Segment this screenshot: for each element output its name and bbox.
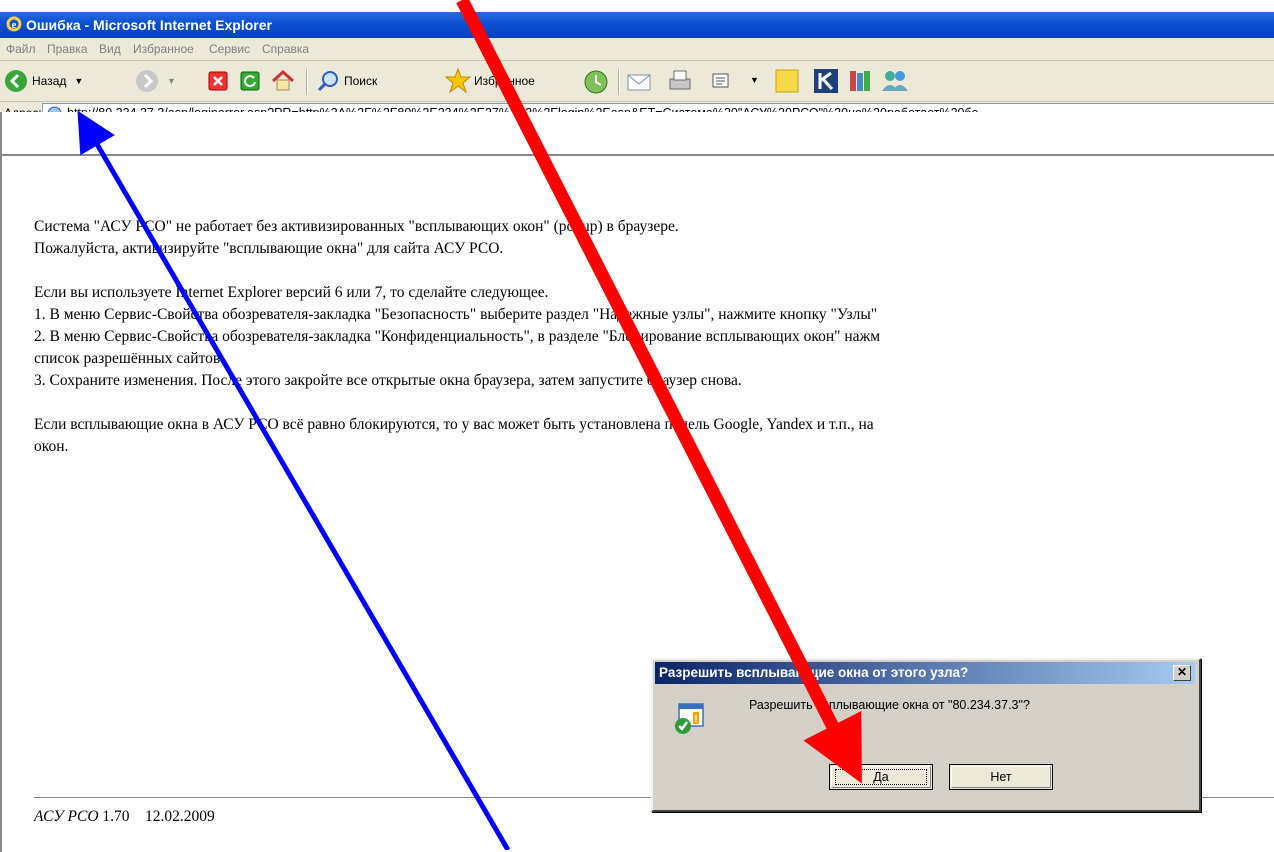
mail-icon[interactable] bbox=[626, 69, 654, 93]
para1-line1: Система "АСУ РСО" не работает без активи… bbox=[34, 218, 679, 235]
dialog-title-bar: Разрешить всплывающие окна от этого узла… bbox=[655, 662, 1195, 684]
svg-text:!: ! bbox=[694, 714, 697, 725]
popup-permission-dialog: Разрешить всплывающие окна от этого узла… bbox=[651, 658, 1201, 812]
favorites-star-icon bbox=[444, 67, 472, 94]
ie-logo-icon: e bbox=[6, 16, 22, 32]
popup-warning-icon: ! bbox=[675, 703, 704, 734]
instruction-step-2: 2. В меню Сервис-Свойства обозревателя-з… bbox=[34, 328, 881, 345]
menu-file[interactable]: Файл bbox=[6, 42, 36, 56]
svg-text:e: e bbox=[12, 19, 17, 31]
forward-arrow-icon bbox=[136, 70, 158, 92]
footer-app-name: АСУ РСО bbox=[34, 808, 99, 825]
instruction-step-2-cont: список разрешённых сайтов. bbox=[34, 350, 225, 367]
menu-favorites[interactable]: Избранное bbox=[133, 42, 194, 56]
no-label: Нет bbox=[990, 770, 1012, 784]
para1-line2: Пожалуйста, активизируйте "всплывающие о… bbox=[34, 240, 504, 257]
edit-icon[interactable] bbox=[712, 72, 730, 90]
users-icon[interactable] bbox=[880, 67, 910, 95]
no-button[interactable]: Нет bbox=[949, 764, 1053, 790]
menu-tools[interactable]: Сервис bbox=[209, 42, 250, 56]
favorites-button[interactable]: Избранное bbox=[444, 67, 535, 95]
menu-edit[interactable]: Правка bbox=[47, 42, 88, 56]
dialog-message: Разрешить всплывающие окна от "80.234.37… bbox=[749, 698, 1030, 712]
para2-line1: Если вы используете Internet Explorer ве… bbox=[34, 284, 549, 301]
research-icon[interactable] bbox=[846, 67, 874, 95]
instruction-step-3: 3. Сохраните изменения. После этого закр… bbox=[34, 372, 742, 389]
refresh-icon[interactable] bbox=[240, 71, 260, 91]
back-button[interactable]: Назад ▼ bbox=[4, 69, 83, 93]
notes-icon[interactable] bbox=[773, 67, 801, 95]
forward-dropdown-icon[interactable]: ▼ bbox=[167, 76, 176, 86]
back-arrow-icon bbox=[5, 70, 27, 92]
title-bar: e Ошибка - Microsoft Internet Explorer bbox=[0, 12, 1274, 38]
edit-dropdown-icon[interactable]: ▼ bbox=[750, 75, 759, 85]
back-dropdown-icon[interactable]: ▼ bbox=[74, 76, 83, 86]
history-icon[interactable] bbox=[583, 69, 609, 95]
para3-line2: окон. bbox=[34, 438, 69, 455]
yes-label: Да bbox=[873, 770, 889, 784]
search-label: Поиск bbox=[344, 74, 378, 88]
footer-version: 1.70 bbox=[102, 808, 130, 825]
messenger-k-icon[interactable] bbox=[812, 67, 840, 95]
favorites-label: Избранное bbox=[474, 74, 535, 88]
menu-view[interactable]: Вид bbox=[99, 42, 121, 56]
footer-date: 12.02.2009 bbox=[145, 808, 215, 825]
dialog-title: Разрешить всплывающие окна от этого узла… bbox=[659, 665, 969, 680]
window-title: Ошибка - Microsoft Internet Explorer bbox=[26, 17, 272, 33]
print-icon[interactable] bbox=[666, 67, 694, 95]
stop-icon[interactable] bbox=[208, 71, 228, 91]
back-label: Назад bbox=[32, 74, 67, 88]
toolbar: Назад ▼ ▼ Поиск Избранное ▼ bbox=[0, 61, 1274, 102]
yes-button[interactable]: Да bbox=[829, 764, 933, 790]
error-message-text: Система "АСУ РСО" не работает без активи… bbox=[34, 216, 1274, 458]
para3-line1: Если всплывающие окна в АСУ РСО всё равн… bbox=[34, 416, 874, 433]
menu-help[interactable]: Справка bbox=[262, 42, 309, 56]
search-button[interactable]: Поиск bbox=[316, 69, 377, 93]
instruction-step-1: 1. В меню Сервис-Свойства обозревателя-з… bbox=[34, 306, 878, 323]
forward-button[interactable]: ▼ bbox=[135, 69, 176, 93]
menu-bar: Файл Правка Вид Избранное Сервис Справка bbox=[0, 38, 1274, 61]
dialog-close-button[interactable]: ✕ bbox=[1173, 665, 1191, 681]
search-icon bbox=[317, 71, 338, 92]
home-icon[interactable] bbox=[270, 68, 296, 94]
footer: АСУ РСО 1.70 12.02.2009 bbox=[34, 808, 215, 826]
